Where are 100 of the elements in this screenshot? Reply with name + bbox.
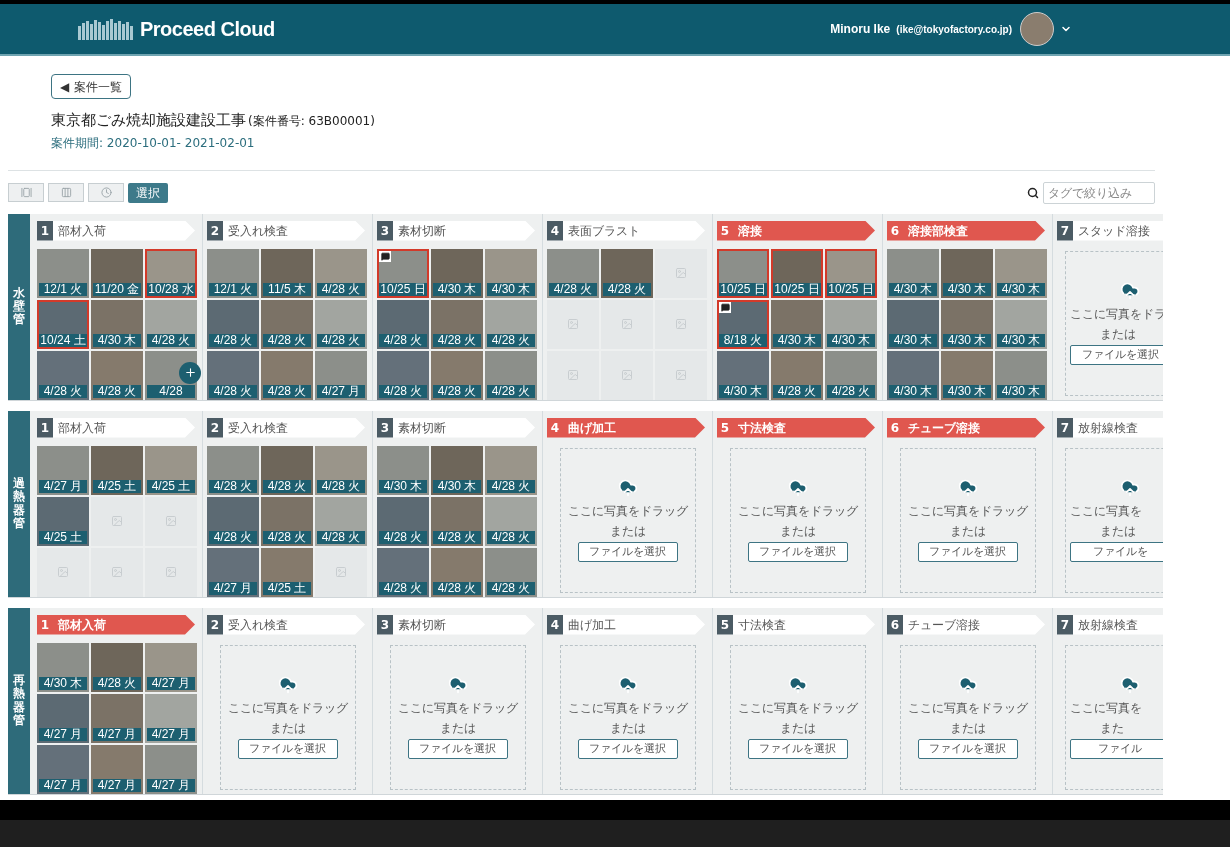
choose-file-button[interactable]: ファイルを選択 [917, 542, 1018, 562]
drop-zone[interactable]: ここに写真をドラッグ または ファイルを選択 [219, 644, 356, 790]
photo-thumbnail[interactable]: 4/30 木 [717, 350, 769, 400]
drop-zone[interactable]: ここに写真をドラッグ または ファイルを選択 [899, 644, 1036, 790]
photo-thumbnail[interactable]: 4/30 木 [485, 248, 537, 298]
photo-thumbnail[interactable]: 4/28 火 [377, 299, 429, 349]
photo-thumbnail[interactable]: 4/30 木 [431, 445, 483, 495]
photo-thumbnail[interactable]: 4/28 火 [485, 547, 537, 597]
add-photo-button[interactable] [179, 361, 201, 384]
photo-thumbnail[interactable]: 4/27 月 [145, 693, 197, 743]
photo-thumbnail[interactable]: 10/25 日 [825, 248, 877, 298]
photo-thumbnail[interactable]: 10/25 日 [717, 248, 769, 298]
photo-thumbnail[interactable]: 12/1 火 [37, 248, 89, 298]
drop-zone[interactable]: ここに写真をドラッグ または ファイルを選択 [559, 644, 696, 790]
photo-thumbnail[interactable]: 4/28 火 [207, 350, 259, 400]
drop-zone[interactable]: ここに写真を または ファイルを [1065, 447, 1163, 593]
step-tab[interactable]: 1 部材入荷 [37, 614, 195, 635]
step-tab[interactable]: 6 チューブ溶接 [887, 417, 1045, 438]
photo-thumbnail[interactable]: 4/30 木 [377, 445, 429, 495]
drop-zone[interactable]: ここに写真をドラ または ファイルを選択 [1065, 250, 1163, 396]
photo-thumbnail[interactable]: 4/30 木 [995, 248, 1047, 298]
photo-thumbnail[interactable]: 4/28 火 [485, 299, 537, 349]
photo-thumbnail[interactable]: 4/28 火 [431, 299, 483, 349]
photo-thumbnail[interactable]: 4/27 月 [145, 642, 197, 692]
step-tab[interactable]: 4 曲げ加工 [547, 614, 705, 635]
photo-thumbnail[interactable]: 4/27 月 [91, 744, 143, 794]
step-tab[interactable]: 2 受入れ検査 [207, 614, 365, 635]
drop-zone[interactable]: ここに写真をドラッグ または ファイルを選択 [389, 644, 526, 790]
photo-thumbnail[interactable]: 4/30 木 [887, 248, 939, 298]
photo-thumbnail[interactable]: 4/27 月 [91, 693, 143, 743]
photo-thumbnail[interactable]: 4/28 火 [91, 350, 143, 400]
photo-thumbnail[interactable]: 4/25 土 [145, 445, 197, 495]
photo-thumbnail[interactable]: 4/30 木 [431, 248, 483, 298]
drop-zone[interactable]: ここに写真をドラッグ または ファイルを選択 [559, 447, 696, 593]
photo-thumbnail[interactable]: 4/28 火 [207, 299, 259, 349]
photo-thumbnail[interactable]: 4/30 木 [887, 299, 939, 349]
photo-thumbnail[interactable]: 4/28 火 [485, 445, 537, 495]
photo-thumbnail[interactable]: 4/27 月 [145, 744, 197, 794]
photo-thumbnail[interactable]: 10/25 日 [377, 248, 429, 298]
step-tab[interactable]: 1 部材入荷 [37, 417, 195, 438]
drop-zone[interactable]: ここに写真を また ファイル [1065, 644, 1163, 790]
photo-thumbnail[interactable]: 4/30 木 [941, 299, 993, 349]
photo-thumbnail[interactable]: 4/28 火 [485, 496, 537, 546]
step-tab[interactable]: 5 溶接 [717, 220, 875, 241]
tag-filter-field[interactable]: タグで絞り込み [1043, 181, 1155, 204]
photo-thumbnail[interactable]: 4/27 月 [37, 744, 89, 794]
photo-thumbnail[interactable]: 8/18 火 [717, 299, 769, 349]
photo-thumbnail[interactable]: 4/28 火 [377, 350, 429, 400]
photo-thumbnail[interactable]: 4/28 火 [261, 496, 313, 546]
step-tab[interactable]: 7 スタッド溶接 [1057, 220, 1163, 241]
step-tab[interactable]: 3 素材切断 [377, 220, 535, 241]
photo-thumbnail[interactable]: 4/28 火 [315, 445, 367, 495]
photo-thumbnail[interactable]: 4/28 火 [207, 445, 259, 495]
photo-thumbnail[interactable]: 4/28 火 [261, 350, 313, 400]
back-button[interactable]: ◀ 案件一覧 [51, 74, 132, 99]
photo-thumbnail[interactable]: 10/28 水 [145, 248, 197, 298]
photo-thumbnail[interactable]: 10/25 日 [771, 248, 823, 298]
choose-file-button[interactable]: ファイルを選択 [917, 739, 1018, 759]
photo-thumbnail[interactable]: 4/27 月 [207, 547, 259, 597]
step-tab[interactable]: 6 溶接部検査 [887, 220, 1045, 241]
step-tab[interactable]: 1 部材入荷 [37, 220, 195, 241]
photo-thumbnail[interactable]: 4/28 火 [37, 350, 89, 400]
photo-thumbnail[interactable]: 4/28 火 [825, 350, 877, 400]
choose-file-button[interactable]: ファイルを選択 [577, 739, 678, 759]
step-tab[interactable]: 2 受入れ検査 [207, 417, 365, 438]
step-tab[interactable]: 3 素材切断 [377, 614, 535, 635]
photo-thumbnail[interactable]: 4/25 土 [37, 496, 89, 546]
photo-thumbnail[interactable]: 4/27 月 [315, 350, 367, 400]
drop-zone[interactable]: ここに写真をドラッグ または ファイルを選択 [899, 447, 1036, 593]
photo-thumbnail[interactable]: 4/28 火 [377, 547, 429, 597]
photo-thumbnail[interactable]: 4/30 木 [771, 299, 823, 349]
choose-file-button[interactable]: ファイル [1070, 739, 1163, 759]
photo-thumbnail[interactable]: 4/28 火 [771, 350, 823, 400]
avatar[interactable] [1020, 12, 1054, 46]
photo-thumbnail[interactable]: 10/24 土 [37, 299, 89, 349]
photo-thumbnail[interactable]: 4/30 木 [825, 299, 877, 349]
photo-thumbnail[interactable]: 4/30 木 [37, 642, 89, 692]
photo-thumbnail[interactable]: 4/28 火 [315, 299, 367, 349]
photo-thumbnail[interactable]: 4/27 月 [37, 693, 89, 743]
photo-thumbnail[interactable]: 4/30 木 [941, 350, 993, 400]
photo-thumbnail[interactable]: 4/30 木 [995, 299, 1047, 349]
photo-thumbnail[interactable]: 4/28 火 [315, 248, 367, 298]
photo-thumbnail[interactable]: 4/28 火 [431, 547, 483, 597]
photo-thumbnail[interactable]: 4/30 木 [995, 350, 1047, 400]
photo-thumbnail[interactable]: 4/27 月 [37, 445, 89, 495]
photo-thumbnail[interactable]: 4/28 火 [91, 642, 143, 692]
photo-thumbnail[interactable]: 4/30 木 [887, 350, 939, 400]
photo-thumbnail[interactable]: 4/25 土 [261, 547, 313, 597]
step-tab[interactable]: 3 素材切断 [377, 417, 535, 438]
choose-file-button[interactable]: ファイルを選択 [237, 739, 338, 759]
photo-thumbnail[interactable]: 4/28 火 [601, 248, 653, 298]
step-tab[interactable]: 6 チューブ溶接 [887, 614, 1045, 635]
photo-thumbnail[interactable]: 4/28 火 [145, 299, 197, 349]
photo-thumbnail[interactable]: 4/30 木 [91, 299, 143, 349]
step-tab[interactable]: 7 放射線検査 [1057, 614, 1163, 635]
choose-file-button[interactable]: ファイルを選択 [747, 542, 848, 562]
photo-thumbnail[interactable]: 4/28 火 [547, 248, 599, 298]
choose-file-button[interactable]: ファイルを選択 [1070, 345, 1163, 365]
photo-thumbnail[interactable]: 11/20 金 [91, 248, 143, 298]
step-tab[interactable]: 4 曲げ加工 [547, 417, 705, 438]
